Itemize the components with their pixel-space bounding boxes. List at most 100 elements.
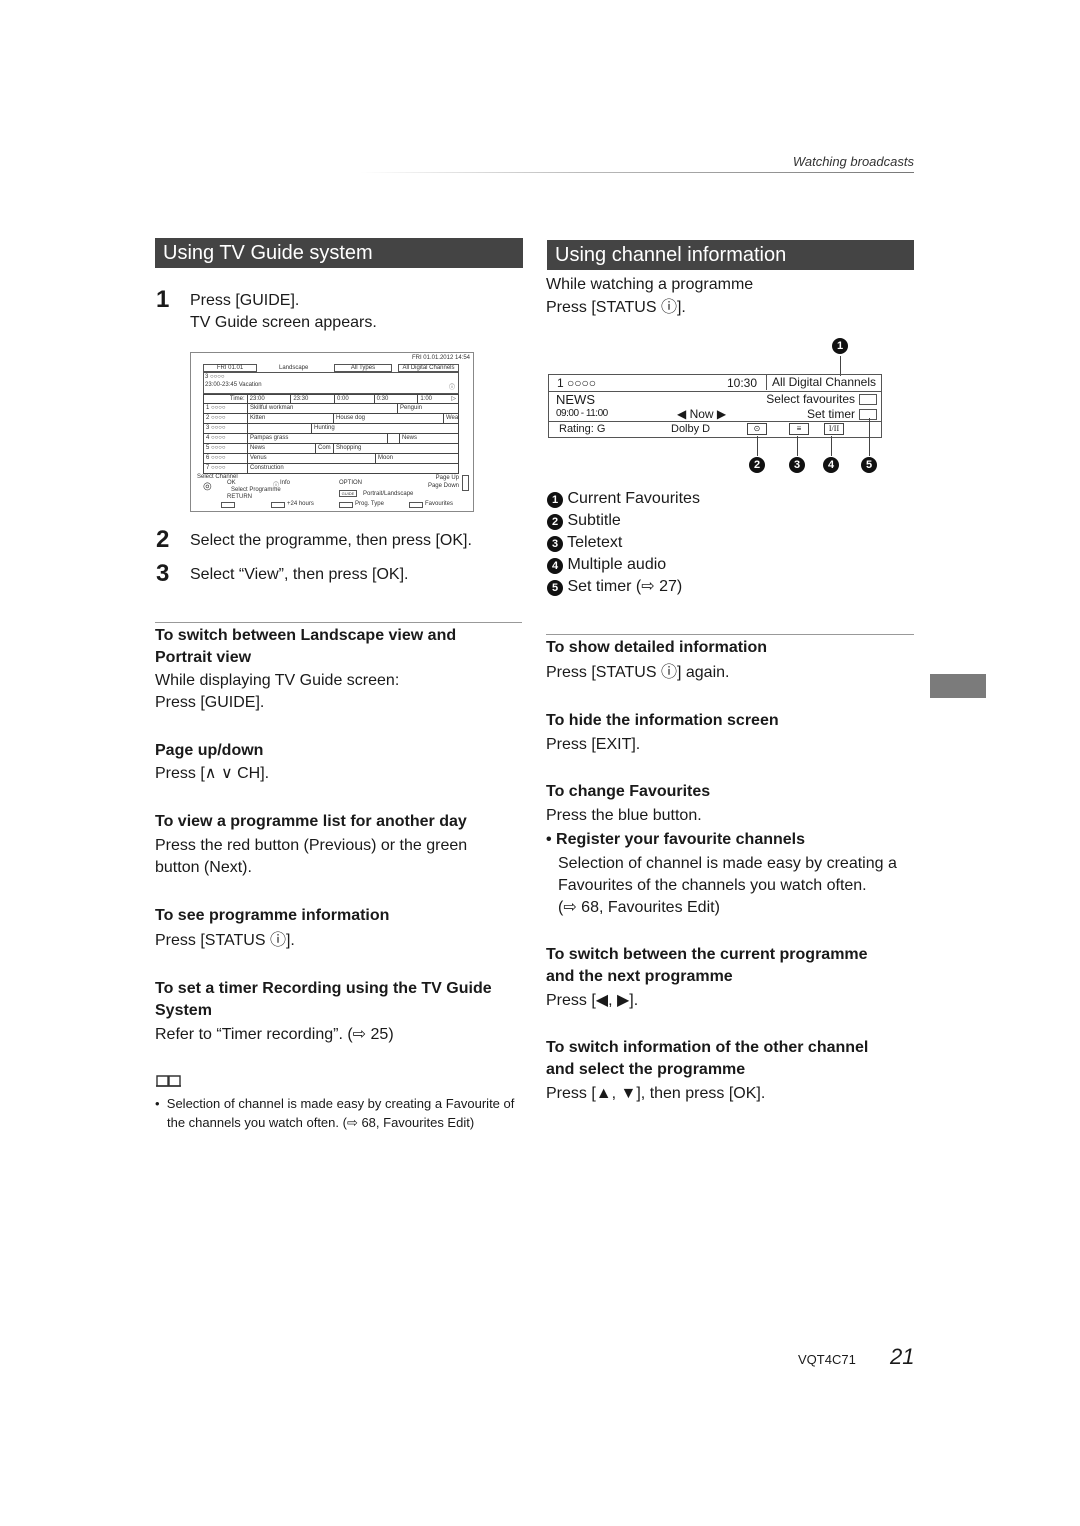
info-icon: ⓘ <box>448 385 455 391</box>
guide-tab-view: Landscape <box>279 365 309 371</box>
blue-button-icon <box>859 394 877 405</box>
callout-marker-4: 4 <box>823 457 839 473</box>
body-text: Press [▲, ▼], then press [OK]. <box>546 1085 766 1102</box>
yellow-button-icon <box>859 409 877 420</box>
guide-row: 7 ○○○○ Construction <box>203 464 459 474</box>
blue-button-icon <box>409 502 423 508</box>
step-text: TV Guide screen appears. <box>190 314 377 331</box>
body-text: Press the red button (Previous) or the g… <box>155 837 468 876</box>
info-favourites: All Digital Channels <box>766 375 881 390</box>
note-text: • Selection of channel is made easy by c… <box>155 1096 515 1130</box>
subheading: To hide the information screen <box>546 712 779 729</box>
info-icon: ⓘ <box>273 483 280 489</box>
page-up-down-icon <box>462 475 469 491</box>
info-time: 10:30 <box>727 376 758 390</box>
step-text: Press [GUIDE]. <box>190 292 300 309</box>
tv-guide-screen-illustration: FRI 01.01.2012 14:54 FRI 01.01 Landscape… <box>190 352 474 512</box>
guide-row: 2 ○○○○ Kitten House dog Wea <box>203 414 459 424</box>
subheading: Page up/down <box>155 742 264 759</box>
callout-legend-item: 1 Current Favourites <box>547 488 700 510</box>
body-text: Press [STATUS ⓘ] again. <box>546 664 730 681</box>
scroll-right-icon: ▷ <box>451 396 456 402</box>
green-button-icon <box>271 502 285 508</box>
callout-legend-item: 5 Set timer (⇨ 27) <box>547 576 682 598</box>
header-rule <box>360 172 914 173</box>
callout-marker-1: 1 <box>832 338 848 354</box>
subheading: To switch information of the other chann… <box>546 1039 869 1078</box>
body-text: Press [∧ ∨ CH]. <box>155 765 270 782</box>
chapter-tab-marker <box>930 674 986 698</box>
guide-time-row: Time: 23:00 23:30 0:00 0:30 1:00 ▷ <box>203 394 459 404</box>
step-number: 1 <box>156 286 170 313</box>
model-code: VQT4C71 <box>798 1352 856 1367</box>
info-programme-time: 09:00 - 11:00 <box>556 408 608 419</box>
channel-info-panel-illustration: 1 ○○○○ 10:30 All Digital Channels NEWS 0… <box>548 374 882 438</box>
step-number: 2 <box>156 526 170 553</box>
running-header: Watching broadcasts <box>792 154 914 169</box>
info-bottom-row: Rating: G Dolby D ⊙ ≡ I/II <box>549 421 881 437</box>
yellow-button-icon <box>339 502 353 508</box>
subheading: To show detailed information <box>546 639 768 656</box>
body-text: Press [STATUS ⓘ]. <box>155 932 295 949</box>
step-number: 3 <box>156 560 170 587</box>
subheading: To switch between the current programme … <box>546 946 868 985</box>
guide-row: 5 ○○○○ News Com Shopping <box>203 444 459 454</box>
info-programme: NEWS <box>556 392 595 407</box>
guide-tab-date: FRI 01.01 <box>203 364 257 372</box>
callout-leader <box>869 418 870 456</box>
callout-marker-5: 5 <box>861 457 877 473</box>
subheading: • Register your favourite channels <box>546 831 806 848</box>
red-button-icon <box>221 502 235 508</box>
subheading: To set a timer Recording using the TV Gu… <box>155 980 492 1019</box>
step-text: Select “View”, then press [OK]. <box>190 566 409 583</box>
body-text: While displaying TV Guide screen: <box>155 672 400 689</box>
info-now: ◀ Now ▶ <box>677 407 727 421</box>
callout-marker-3: 3 <box>789 457 805 473</box>
callout-legend-item: 4 Multiple audio <box>547 554 666 576</box>
guide-row: 6 ○○○○ Venus Moon <box>203 454 459 464</box>
multiple-audio-icon: I/II <box>824 423 844 435</box>
guide-row: 3 ○○○○ Hunting <box>203 424 459 434</box>
info-channel: 1 ○○○○ <box>557 376 596 390</box>
info-top-row: 1 ○○○○ 10:30 All Digital Channels <box>549 375 881 392</box>
page-number: 21 <box>890 1344 915 1369</box>
section-title-tv-guide: Using TV Guide system <box>155 238 523 268</box>
body-text: Press [◀, ▶]. <box>546 992 639 1009</box>
info-set-timer: Set timer <box>806 407 855 421</box>
body-text: Press [EXIT]. <box>546 736 641 753</box>
guide-datetime: FRI 01.01.2012 14:54 <box>411 355 470 361</box>
guide-filter-type: All Types <box>334 364 392 372</box>
callout-legend-item: 3 Teletext <box>547 532 622 554</box>
section-divider <box>546 634 914 635</box>
guide-row: 1 ○○○○ Skillful workman Penguin <box>203 404 459 414</box>
info-select-favourites: Select favourites <box>766 392 855 406</box>
callout-leader <box>831 436 832 456</box>
body-text: Favourites of the channels you watch oft… <box>558 877 867 894</box>
subtitle-icon: ⊙ <box>747 423 767 435</box>
section-title-channel-info: Using channel information <box>547 240 914 270</box>
subheading: To switch between Landscape view and Por… <box>155 627 457 666</box>
info-rating: Rating: G <box>559 423 606 435</box>
guide-selected-info: 3 ○○○○ 23:00-23:45 Vacation ⓘ <box>203 372 459 394</box>
body-text: Press the blue button. <box>546 807 702 824</box>
cursor-ring-icon: ◎ <box>203 481 212 492</box>
callout-marker-2: 2 <box>749 457 765 473</box>
step-text: Select the programme, then press [OK]. <box>190 532 472 549</box>
callout-legend-item: 2 Subtitle <box>547 510 621 532</box>
info-audio: Dolby D <box>671 423 711 435</box>
subheading: To see programme information <box>155 907 390 924</box>
guide-row: 4 ○○○○ Pampas grass News <box>203 434 459 444</box>
subheading: To view a programme list for another day <box>155 813 467 830</box>
section-divider <box>155 622 522 623</box>
body-text: Press [GUIDE]. <box>155 694 265 711</box>
guide-key-icon: GUIDE <box>339 490 357 497</box>
body-text: Press [STATUS ⓘ]. <box>546 299 686 316</box>
body-text: Selection of channel is made easy by cre… <box>558 855 897 872</box>
body-text: While watching a programme <box>546 276 754 293</box>
callout-leader <box>757 436 758 456</box>
guide-filter-channels: All Digital Channels <box>398 364 459 372</box>
teletext-icon: ≡ <box>789 423 809 435</box>
subheading: To change Favourites <box>546 783 711 800</box>
body-text: Refer to “Timer recording”. (⇨ 25) <box>155 1026 394 1043</box>
callout-leader <box>797 436 798 456</box>
